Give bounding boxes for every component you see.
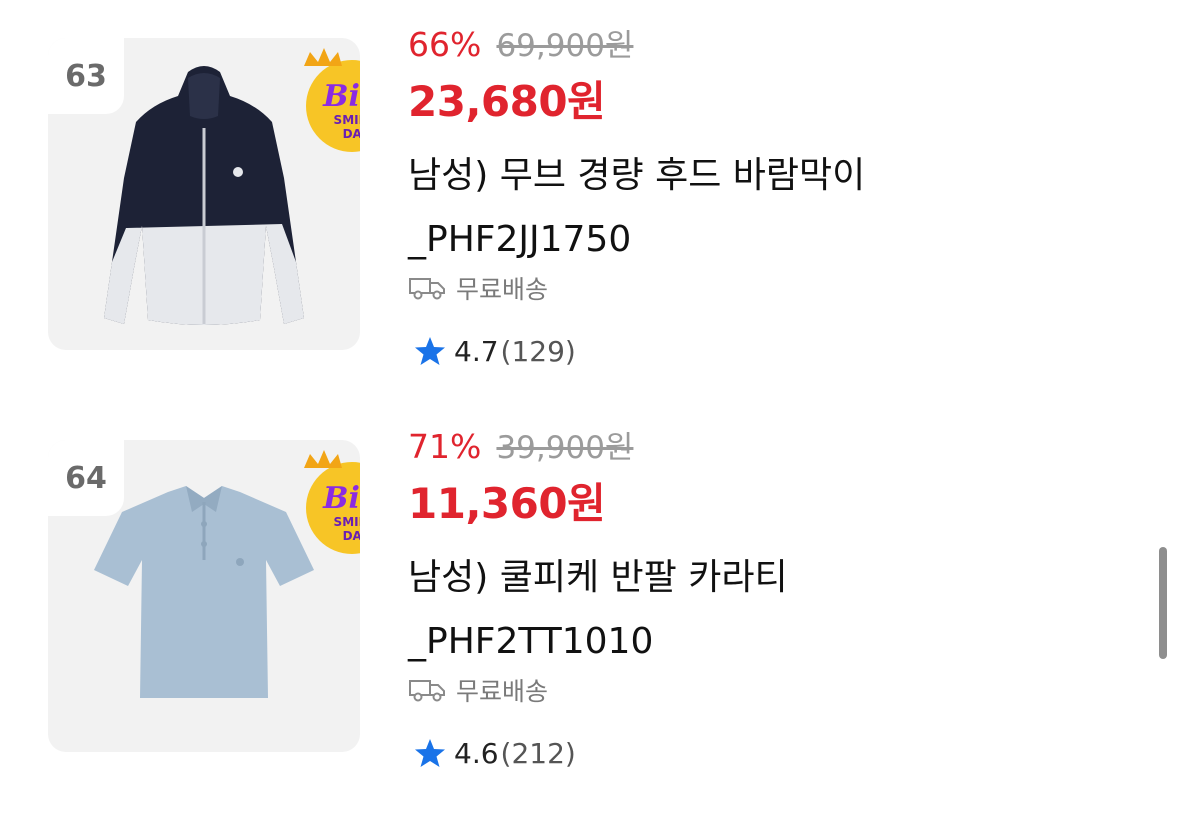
svg-text:Big: Big <box>322 79 360 114</box>
shipping-label: 무료배송 <box>456 275 549 304</box>
shipping-info: 무료배송 <box>408 672 548 708</box>
scrollbar[interactable] <box>1159 547 1167 659</box>
product-image[interactable]: 63 Big SMILE DAY <box>48 38 360 350</box>
svg-text:Big: Big <box>322 481 360 516</box>
rating-row: 4.6 (212) <box>414 733 576 773</box>
rating-row: 4.7 (129) <box>414 331 576 371</box>
review-count: (129) <box>500 334 576 368</box>
sale-price: 11,360원 <box>408 479 606 528</box>
product-name[interactable]: 남성) 무브 경량 후드 바람막이 _PHF2JJ1750 <box>408 144 1128 272</box>
truck-icon <box>409 680 445 702</box>
big-smile-day-badge: Big SMILE DAY <box>304 450 360 554</box>
discount-rate: 66% <box>408 25 482 64</box>
rating-value: 4.7 <box>454 334 499 368</box>
sale-price: 23,680원 <box>408 77 606 126</box>
svg-text:DAY: DAY <box>343 529 360 543</box>
discount-row: 66% 69,900원 <box>408 20 633 64</box>
crown-icon <box>304 48 342 66</box>
discount-rate: 71% <box>408 427 482 466</box>
product-name-line1: 남성) 무브 경량 후드 바람막이 <box>408 155 866 196</box>
rank-label: 63 <box>48 38 124 114</box>
product-image[interactable]: 64 Big SMILE DAY <box>48 440 360 752</box>
star-icon <box>415 739 445 767</box>
product-name-line2: _PHF2JJ1750 <box>408 219 632 260</box>
product-card[interactable]: 64 Big SMILE DAY 71% 39,900원 11,360원 남성)… <box>0 427 1160 820</box>
rating-value: 4.6 <box>454 736 499 770</box>
svg-text:DAY: DAY <box>343 127 360 141</box>
product-name-line2: _PHF2TT1010 <box>408 621 654 662</box>
star-icon <box>415 337 445 365</box>
truck-icon <box>409 278 445 300</box>
svg-text:SMILE: SMILE <box>334 113 360 127</box>
original-price: 69,900원 <box>496 28 634 64</box>
shipping-info: 무료배송 <box>408 270 548 306</box>
product-name[interactable]: 남성) 쿨피케 반팔 카라티 _PHF2TT1010 <box>408 546 1128 674</box>
shipping-label: 무료배송 <box>456 677 549 706</box>
big-smile-day-badge: Big SMILE DAY <box>304 48 360 152</box>
original-price: 39,900원 <box>496 430 634 466</box>
product-name-line1: 남성) 쿨피케 반팔 카라티 <box>408 557 788 598</box>
svg-text:SMILE: SMILE <box>334 515 360 529</box>
review-count: (212) <box>500 736 576 770</box>
product-card[interactable]: 63 Big SMILE DAY 66% 69,900원 23,680원 남성)… <box>0 25 1160 418</box>
crown-icon <box>304 450 342 468</box>
discount-row: 71% 39,900원 <box>408 422 633 466</box>
rank-label: 64 <box>48 440 124 516</box>
